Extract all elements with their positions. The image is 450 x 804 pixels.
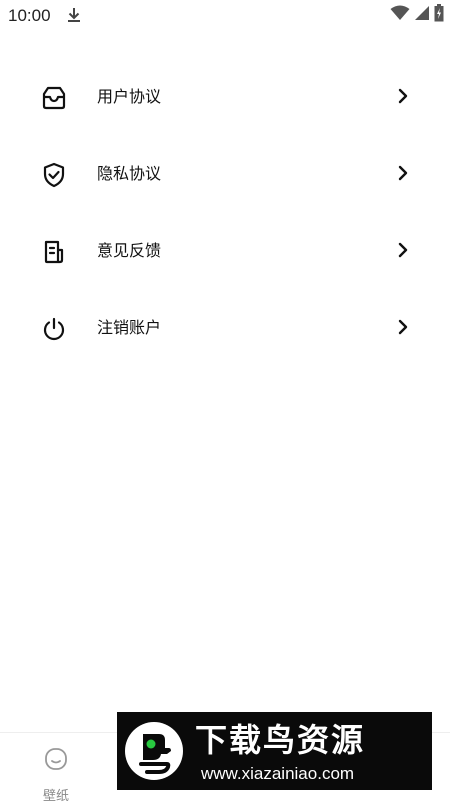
menu-item-label: 用户协议: [97, 87, 162, 106]
status-bar: 10:00: [0, 0, 450, 32]
watermark-banner: 下载鸟资源 www.xiazainiao.com: [117, 712, 432, 790]
menu-item-cancel-account[interactable]: 注销账户: [0, 289, 450, 366]
wifi-icon: [390, 4, 410, 26]
chevron-right-icon: [396, 165, 410, 181]
status-icons: [390, 4, 444, 26]
settings-menu: 用户协议 隐私协议 意见反馈 注销账户: [0, 58, 450, 366]
watermark-url: www.xiazainiao.com: [201, 764, 355, 783]
bird-logo-icon: [123, 720, 185, 782]
menu-item-user-agreement[interactable]: 用户协议: [0, 58, 450, 135]
nav-item-label: 壁纸: [42, 789, 69, 804]
power-icon: [40, 315, 68, 343]
chevron-right-icon: [396, 319, 410, 335]
menu-item-label: 隐私协议: [97, 164, 162, 183]
menu-item-label: 注销账户: [97, 318, 162, 337]
menu-item-feedback[interactable]: 意见反馈: [0, 212, 450, 289]
battery-icon: [434, 4, 444, 26]
chevron-right-icon: [396, 242, 410, 258]
menu-item-label: 意见反馈: [97, 241, 162, 260]
signal-icon: [414, 4, 430, 26]
wallpaper-face-icon: [44, 747, 68, 771]
inbox-icon: [40, 84, 68, 112]
nav-item-wallpaper[interactable]: 壁纸: [28, 743, 84, 804]
status-time: 10:00: [8, 6, 51, 25]
feedback-document-icon: [40, 238, 68, 266]
menu-item-privacy-agreement[interactable]: 隐私协议: [0, 135, 450, 212]
shield-check-icon: [40, 161, 68, 189]
watermark-title: 下载鸟资源: [195, 721, 366, 759]
chevron-right-icon: [396, 88, 410, 104]
download-icon: [66, 6, 82, 24]
